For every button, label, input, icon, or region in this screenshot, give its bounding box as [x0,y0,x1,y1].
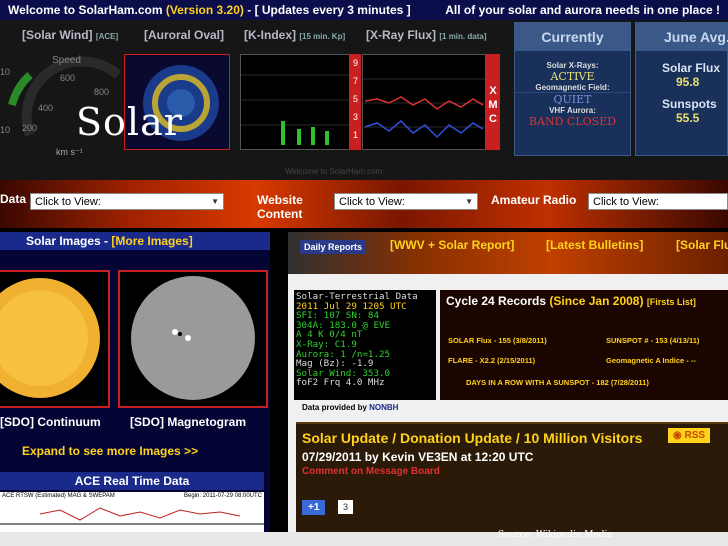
xray-status-label: Solar X-Rays: [546,61,599,70]
xray-flux-chart[interactable] [362,54,486,150]
currently-panel: Currently Solar X-Rays: ACTIVE Geomagnet… [514,22,631,156]
sun-magnetogram-icon [131,276,255,400]
slide-title: Solar [76,100,183,144]
record-flare: FLARE - X2.2 (2/15/2011) [448,356,536,365]
kindex-chart[interactable] [240,54,350,150]
geo-status-label: Geomagnetic Field: [535,83,610,92]
term-line: foF2 Frq 4.0 MHz [296,377,385,389]
auroral-oval-label[interactable]: [Auroral Oval] [144,28,224,42]
website-content-select[interactable]: Click to View: ▼ [334,193,478,210]
chevron-down-icon: ▼ [211,197,219,206]
nonbh-link[interactable]: NONBH [369,403,398,412]
caption-continuum: [SDO] Continuum [0,415,101,429]
nav-website-label: Website Content [257,193,303,221]
comment-link[interactable]: Comment on Message Board [302,466,440,477]
footer-strip [0,532,728,546]
latest-bulletins-link[interactable]: [Latest Bulletins] [546,238,643,252]
wwv-report-link[interactable]: [WWV + Solar Report] [390,238,514,252]
gauge-tick: 600 [60,73,76,83]
sunspots-label: Sunspots [662,97,717,111]
expand-images-link[interactable]: Expand to see more Images >> [22,444,198,458]
data-provider: Data provided by NONBH [302,403,399,412]
kindex-graph-icon [241,74,349,145]
nav-bar: Data Click to View: ▼ Website Content Clic… [0,180,728,228]
data-select[interactable]: Click to View: ▼ [30,193,224,210]
xray-graph-icon [363,78,485,139]
reports-panel: Daily Reports [WWV + Solar Report] [Late… [288,232,728,532]
source-credit: Source: Wikipedia Media [498,530,613,540]
plus-one-count: 3 [338,500,354,514]
xray-label[interactable]: [X-Ray Flux] [1 min. data] [366,28,486,42]
gauge-speed-label: Speed [52,55,81,66]
gauge-tick: 200 [22,123,38,133]
welcome-text: Welcome to SolarHam.com (Version 3.20) -… [8,3,411,17]
gauge-tick: 800 [94,87,110,97]
solar-images-bar: Solar Images - [More Images] [0,232,270,250]
xray-scale: XMC [486,54,500,150]
daily-reports-label: Daily Reports [300,240,367,254]
caption-magnetogram: [SDO] Magnetogram [130,415,247,429]
vhf-status-value: BAND CLOSED [528,115,617,128]
rss-icon: ◉ [673,430,685,441]
solar-flux-value: 95.8 [676,75,700,89]
plus-one-button[interactable]: +1 [302,500,326,515]
gauge-tick: 10 [0,125,11,135]
tagline: All of your solar and aurora needs in on… [445,3,720,17]
june-avg-title: June Avg. [636,23,728,51]
solar-images-panel: Solar Images - [More Images] [SDO] Conti… [0,232,270,532]
currently-title: Currently [515,23,630,51]
sun-continuum-icon [0,278,100,398]
header-footer-text: Welcome to SolarHam.com [285,167,383,176]
rss-button[interactable]: ◉ RSS [668,428,711,443]
sunspots-value: 55.5 [676,111,700,125]
chevron-down-icon: ▼ [465,197,473,206]
solar-flux-label: Solar Flux [662,61,721,75]
record-days: DAYS IN A ROW WITH A SUNSPOT - 182 (7/28… [466,378,649,387]
ace-header: ACE RTSW (Estimated) MAG & SWEPAM Begin: … [2,493,262,499]
solar-flux-link[interactable]: [Solar Flux] [676,238,728,252]
solar-terrestrial-data: Solar-Terrestrial Data 2011 Jul 29 1205 … [294,290,436,400]
gauge-unit: km s⁻¹ [56,147,83,157]
update-post: Solar Update / Donation Update / 10 Mill… [296,422,728,532]
record-geo: Geomagnetic A Indice - -- [606,356,696,365]
xray-scale-labels: XMC [488,85,498,125]
gauge-tick: 10 [0,67,11,77]
sdo-continuum-image[interactable] [0,270,110,408]
sdo-magnetogram-image[interactable] [118,270,268,408]
amateur-radio-select[interactable]: Click to View: [588,193,728,210]
kindex-label[interactable]: [K-Index] [15 min. Kp] [244,28,345,42]
kindex-scale: 97531 [350,54,361,150]
nav-amateur-radio-label: Amateur Radio [491,193,577,207]
more-images-link[interactable]: [More Images] [111,234,192,248]
cycle24-title: Cycle 24 Records (Since Jan 2008) [First… [446,294,696,308]
june-avg-panel: June Avg. Solar Flux 95.8 Sunspots 55.5 [635,22,728,156]
top-bar: Welcome to SolarHam.com (Version 3.20) -… [0,0,728,20]
reports-strip: Daily Reports [WWV + Solar Report] [Late… [288,232,728,274]
kindex-scale-labels: 97531 [352,58,358,140]
ace-title: ACE Real Time Data [0,472,264,490]
geo-status-value: QUIET [515,92,630,106]
ace-chart[interactable]: ACE RTSW (Estimated) MAG & SWEPAM Begin: … [0,492,264,532]
record-flux: SOLAR Flux - 155 (3/8/2011) [448,336,547,345]
nav-data-label: Data [0,192,27,206]
update-title[interactable]: Solar Update / Donation Update / 10 Mill… [302,430,642,446]
update-byline: 07/29/2011 by Kevin VE3EN at 12:20 UTC [302,450,534,464]
gauge-tick: 400 [38,103,54,113]
cycle24-records: Cycle 24 Records (Since Jan 2008) [First… [440,290,728,400]
vhf-status-label: VHF Aurora: [549,106,596,115]
xray-status-value: ACTIVE [550,70,595,83]
record-spot: SUNSPOT # - 153 (4/13/11) [606,336,700,345]
ace-graph-icon [0,507,264,525]
